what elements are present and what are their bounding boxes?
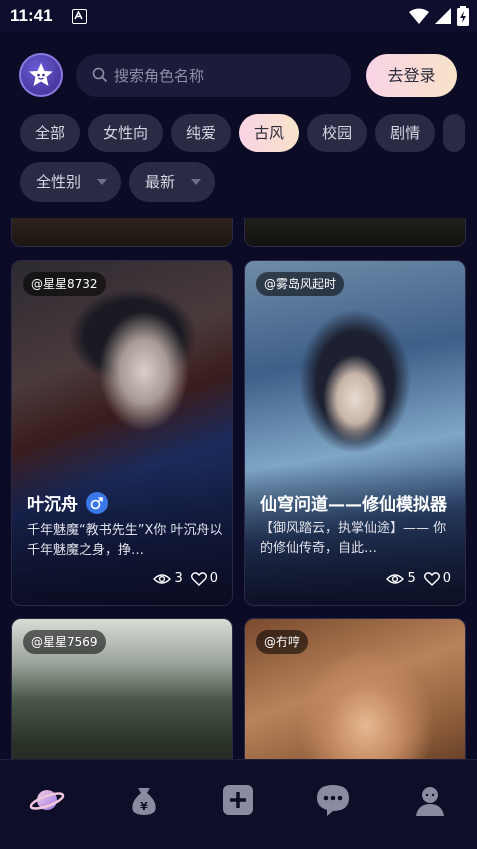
sort-filter-label: 最新 [145, 173, 176, 191]
app-logo [19, 53, 63, 97]
category-tabs: 全部 女性向 纯爱 古风 校园 剧情 [20, 114, 466, 152]
search-icon [92, 67, 108, 83]
money-bag-icon: ¥ [132, 788, 156, 815]
author-badge: @星星7569 [23, 630, 106, 654]
sort-filter-dropdown[interactable]: 最新 [129, 162, 216, 202]
nav-messages[interactable] [313, 780, 353, 820]
card-stats: 5 0 [386, 571, 451, 586]
search-placeholder: 搜索角色名称 [114, 67, 205, 85]
character-feed[interactable]: 0 0 0 0 @星星8732 叶沉舟 [0, 218, 477, 759]
views-stat: 3 [153, 571, 183, 586]
tab-ancient-style[interactable]: 古风 [239, 114, 300, 152]
nav-discover[interactable] [27, 780, 67, 820]
tab-campus[interactable]: 校园 [307, 114, 368, 152]
profile-icon [416, 787, 444, 816]
nav-wallet[interactable]: ¥ [124, 780, 164, 820]
svg-text:¥: ¥ [140, 800, 148, 813]
nav-create[interactable] [218, 780, 258, 820]
character-name: 叶沉舟 [27, 495, 78, 515]
likes-count: 0 [209, 571, 218, 586]
filters: 全性别 最新 [20, 162, 216, 202]
likes-count: 0 [442, 571, 451, 586]
views-count: 5 [407, 571, 416, 586]
character-name: 仙穹问道——修仙模拟器 [260, 495, 447, 515]
author-badge: @星星8732 [23, 272, 106, 296]
likes-stat: 0 [190, 571, 218, 586]
tab-all[interactable]: 全部 [20, 114, 81, 152]
character-card[interactable]: @星星8732 叶沉舟 千年魅魔“教书先生”X你 叶沉舟以千年魅魔之身，挣… 3… [11, 260, 233, 606]
gender-filter-label: 全性别 [36, 173, 82, 191]
eye-icon [153, 573, 172, 584]
character-card[interactable]: @星星7569 [11, 618, 233, 759]
views-stat: 5 [386, 571, 416, 586]
add-icon [223, 785, 253, 815]
bottom-navigation: ¥ [0, 759, 477, 849]
search-input[interactable]: 搜索角色名称 [76, 54, 351, 97]
likes-stat: 0 [423, 571, 451, 586]
status-bar: 11:41 [0, 0, 477, 32]
views-count: 3 [174, 571, 183, 586]
character-card[interactable]: 0 0 [244, 218, 466, 247]
heart-icon [190, 571, 207, 586]
character-name-row: 仙穹问道——修仙模拟器 [260, 490, 447, 515]
planet-icon [29, 790, 65, 810]
tab-story[interactable]: 剧情 [375, 114, 436, 152]
chat-icon [317, 785, 349, 816]
male-gender-icon [86, 491, 108, 514]
author-badge: @冇哼 [256, 630, 309, 654]
tab-more[interactable] [443, 114, 466, 152]
clock: 11:41 [10, 6, 53, 25]
eye-icon [386, 573, 405, 584]
chevron-down-icon [97, 179, 108, 185]
card-stats: 3 0 [153, 571, 218, 586]
battery-icon [457, 6, 469, 26]
character-card[interactable]: 0 0 [11, 218, 233, 247]
gender-filter-dropdown[interactable]: 全性别 [20, 162, 122, 202]
tab-pure-love[interactable]: 纯爱 [171, 114, 232, 152]
character-name-row: 叶沉舟 [27, 490, 108, 515]
author-badge: @雾岛风起时 [256, 272, 345, 296]
character-description: 千年魅魔“教书先生”X你 叶沉舟以千年魅魔之身，挣… [27, 523, 223, 558]
heart-icon [423, 571, 440, 586]
wifi-icon [409, 8, 429, 24]
notification-a-icon [72, 9, 87, 24]
chevron-down-icon [191, 179, 202, 185]
signal-icon [435, 8, 451, 24]
nav-profile[interactable] [410, 780, 450, 820]
character-description: 【御风踏云，执掌仙途】—— 你的修仙传奇，自此… [260, 521, 447, 556]
character-card[interactable]: @冇哼 [244, 618, 466, 759]
character-card[interactable]: @雾岛风起时 仙穹问道——修仙模拟器 【御风踏云，执掌仙途】—— 你的修仙传奇，… [244, 260, 466, 606]
tab-female-oriented[interactable]: 女性向 [88, 114, 164, 152]
login-button[interactable]: 去登录 [366, 54, 457, 97]
